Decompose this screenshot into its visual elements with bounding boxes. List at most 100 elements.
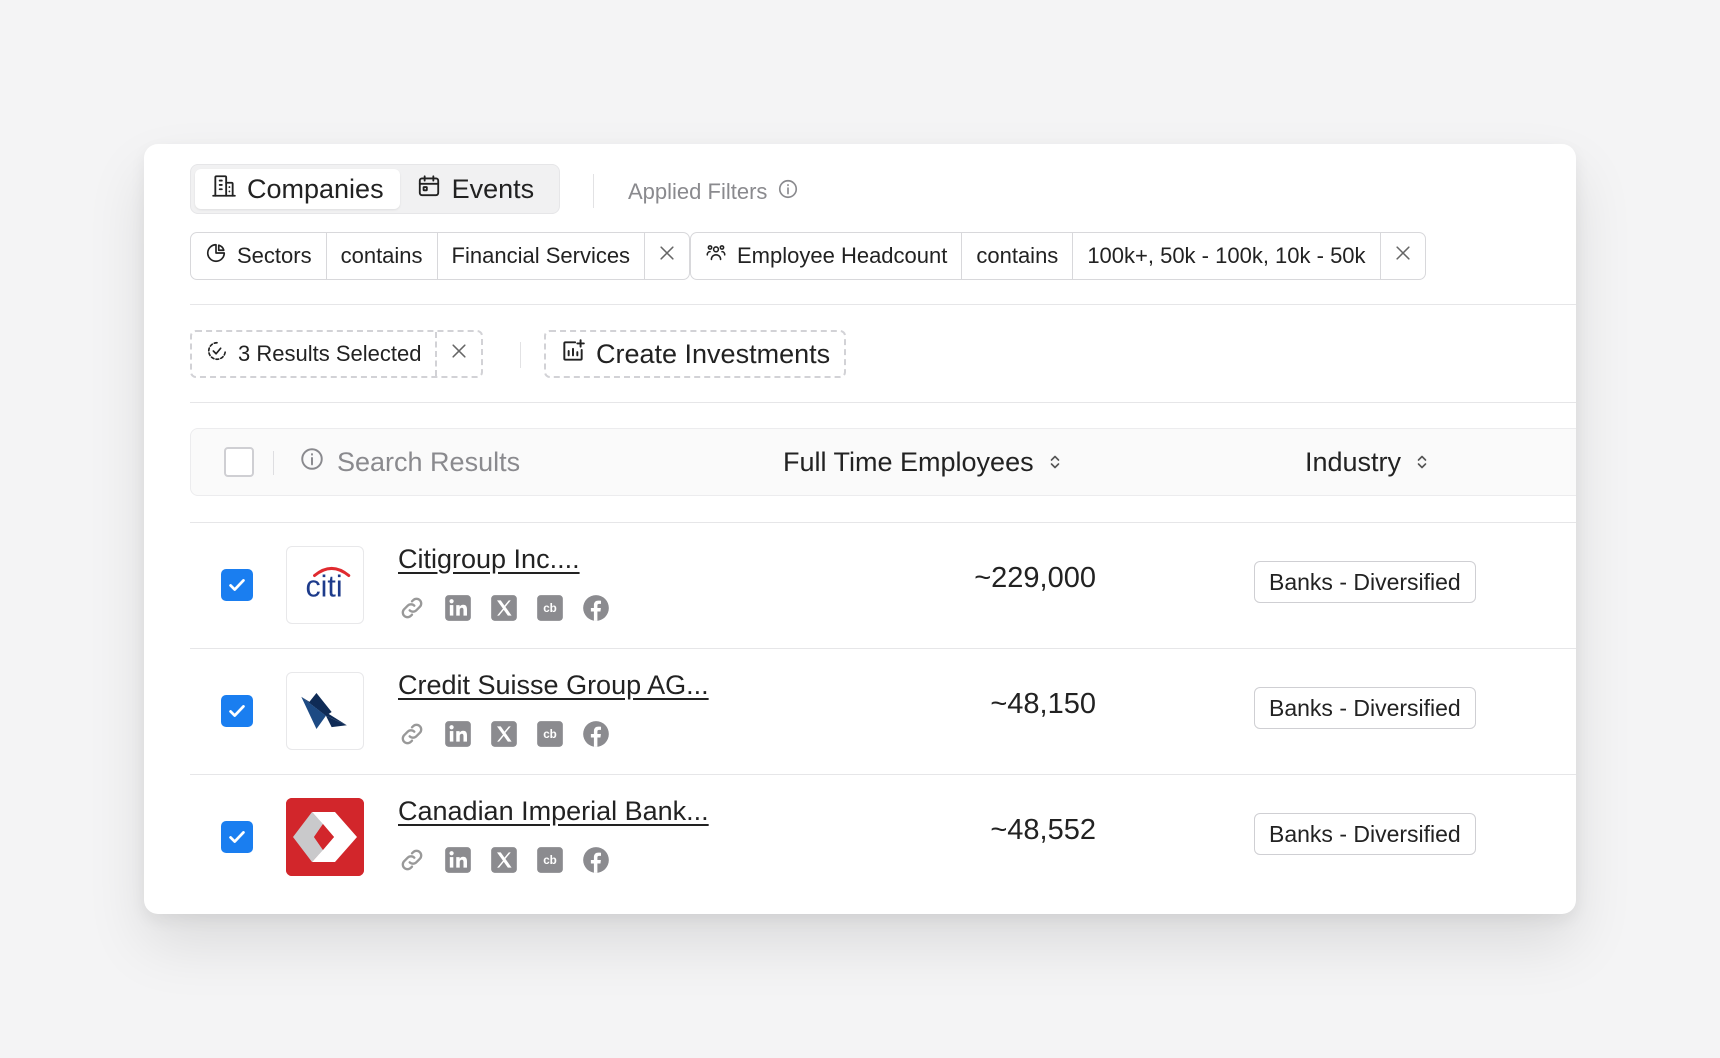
create-investments-button[interactable]: Create Investments	[544, 330, 847, 378]
x-twitter-icon[interactable]	[490, 594, 518, 622]
sort-icon[interactable]	[1415, 447, 1429, 478]
row-checkbox[interactable]	[221, 569, 253, 601]
table-row[interactable]: citi Citigroup Inc.... cb ~229,000 Banks…	[190, 522, 1576, 648]
row-divider	[190, 522, 1576, 523]
tab-companies-label: Companies	[247, 173, 384, 204]
filter-value-label: 100k+, 50k - 100k, 10k - 50k	[1087, 243, 1366, 268]
column-header-employees[interactable]: Full Time Employees	[783, 429, 1062, 495]
header-divider	[593, 174, 594, 208]
filter-field-label: Employee Headcount	[737, 243, 948, 268]
table-header: Search Results Full Time Employees Indus…	[190, 428, 1576, 496]
svg-text:cb: cb	[543, 602, 557, 615]
row-divider	[190, 648, 1576, 649]
applied-filters-label: Applied Filters	[628, 179, 768, 204]
info-icon[interactable]	[299, 446, 325, 479]
column-employees-label: Full Time Employees	[783, 446, 1034, 477]
table-row[interactable]: Credit Suisse Group AG... cb ~48,150 Ban…	[190, 648, 1576, 774]
info-icon[interactable]	[777, 178, 799, 206]
filter-value-label: Financial Services	[451, 243, 631, 268]
link-icon[interactable]	[398, 720, 426, 748]
filter-operator-label: contains	[976, 243, 1059, 268]
company-name-link[interactable]: Canadian Imperial Bank...	[398, 796, 709, 827]
crunchbase-icon[interactable]: cb	[536, 846, 564, 874]
company-logo	[286, 672, 364, 750]
sort-icon[interactable]	[1048, 447, 1062, 478]
sails-logo	[301, 692, 347, 730]
x-twitter-icon[interactable]	[490, 846, 518, 874]
x-twitter-icon[interactable]	[490, 720, 518, 748]
cibc-logo	[286, 798, 364, 876]
svg-text:cb: cb	[543, 854, 557, 867]
company-logo	[286, 798, 364, 876]
tab-companies[interactable]: Companies	[195, 169, 400, 209]
row-checkbox[interactable]	[221, 695, 253, 727]
building-icon	[211, 173, 237, 206]
column-industry-label: Industry	[1305, 446, 1402, 477]
column-header-industry[interactable]: Industry	[1305, 429, 1429, 495]
card-content: Companies Events Applied Filters Sectors…	[190, 144, 1576, 914]
linkedin-icon[interactable]	[444, 720, 472, 748]
check-circle-icon	[206, 340, 228, 368]
filter-operator[interactable]: contains	[962, 233, 1074, 279]
social-links: cb	[398, 846, 610, 874]
linkedin-icon[interactable]	[444, 846, 472, 874]
row-checkbox[interactable]	[221, 821, 253, 853]
remove-filter-button[interactable]	[645, 233, 689, 279]
facebook-icon[interactable]	[582, 720, 610, 748]
filter-chip-employee-headcount: Employee Headcount contains 100k+, 50k -…	[690, 232, 1426, 280]
add-chart-icon	[560, 338, 586, 371]
tab-events-label: Events	[451, 173, 535, 204]
filter-chip-sectors: Sectors contains Financial Services	[190, 232, 691, 280]
filter-field-label: Sectors	[237, 243, 312, 268]
close-icon	[1393, 243, 1413, 269]
clear-selection-button[interactable]	[437, 332, 481, 376]
table-row[interactable]: Canadian Imperial Bank... cb ~48,552 Ban…	[190, 774, 1576, 900]
close-icon	[449, 341, 469, 367]
company-name-link[interactable]: Citigroup Inc....	[398, 544, 580, 575]
check-icon	[229, 579, 245, 591]
crunchbase-icon[interactable]: cb	[536, 594, 564, 622]
industry-badge: Banks - Diversified	[1254, 687, 1476, 729]
link-icon[interactable]	[398, 594, 426, 622]
filter-value[interactable]: 100k+, 50k - 100k, 10k - 50k	[1073, 233, 1381, 279]
employee-count: ~229,000	[974, 562, 1096, 594]
tab-events[interactable]: Events	[400, 169, 551, 209]
facebook-icon[interactable]	[582, 846, 610, 874]
filter-value[interactable]: Financial Services	[438, 233, 646, 279]
industry-badge: Banks - Diversified	[1254, 561, 1476, 603]
company-name-link[interactable]: Credit Suisse Group AG...	[398, 670, 709, 701]
employee-count: ~48,552	[990, 814, 1096, 846]
search-results-header: Search Results	[299, 429, 520, 495]
row-divider	[190, 774, 1576, 775]
filter-operator-label: contains	[340, 243, 423, 268]
citi-logo: citi	[306, 566, 351, 603]
selection-label-segment: 3 Results Selected	[192, 332, 438, 376]
search-results-label: Search Results	[337, 446, 521, 477]
action-divider	[520, 342, 521, 368]
social-links: cb	[398, 720, 610, 748]
svg-text:cb: cb	[543, 728, 557, 741]
pie-chart-icon	[205, 242, 227, 270]
remove-filter-button[interactable]	[1381, 233, 1425, 279]
view-tabs: Companies Events	[190, 164, 560, 214]
filter-field[interactable]: Employee Headcount	[691, 233, 963, 279]
filter-operator[interactable]: contains	[327, 233, 438, 279]
linkedin-icon[interactable]	[444, 594, 472, 622]
search-card: Companies Events Applied Filters Sectors…	[144, 144, 1576, 914]
filter-field[interactable]: Sectors	[191, 233, 327, 279]
facebook-icon[interactable]	[582, 594, 610, 622]
social-links: cb	[398, 594, 610, 622]
divider	[190, 304, 1576, 305]
link-icon[interactable]	[398, 846, 426, 874]
create-investments-segment[interactable]: Create Investments	[546, 332, 844, 376]
check-icon	[229, 831, 245, 843]
check-icon	[229, 705, 245, 717]
create-investments-label: Create Investments	[596, 338, 831, 369]
crunchbase-icon[interactable]: cb	[536, 720, 564, 748]
citi-logo-text: citi	[306, 570, 343, 603]
select-all-checkbox[interactable]	[224, 447, 254, 477]
industry-badge: Banks - Diversified	[1254, 813, 1476, 855]
divider	[190, 402, 1576, 403]
selection-count: 3 Results Selected	[238, 341, 422, 366]
calendar-icon	[416, 173, 442, 206]
